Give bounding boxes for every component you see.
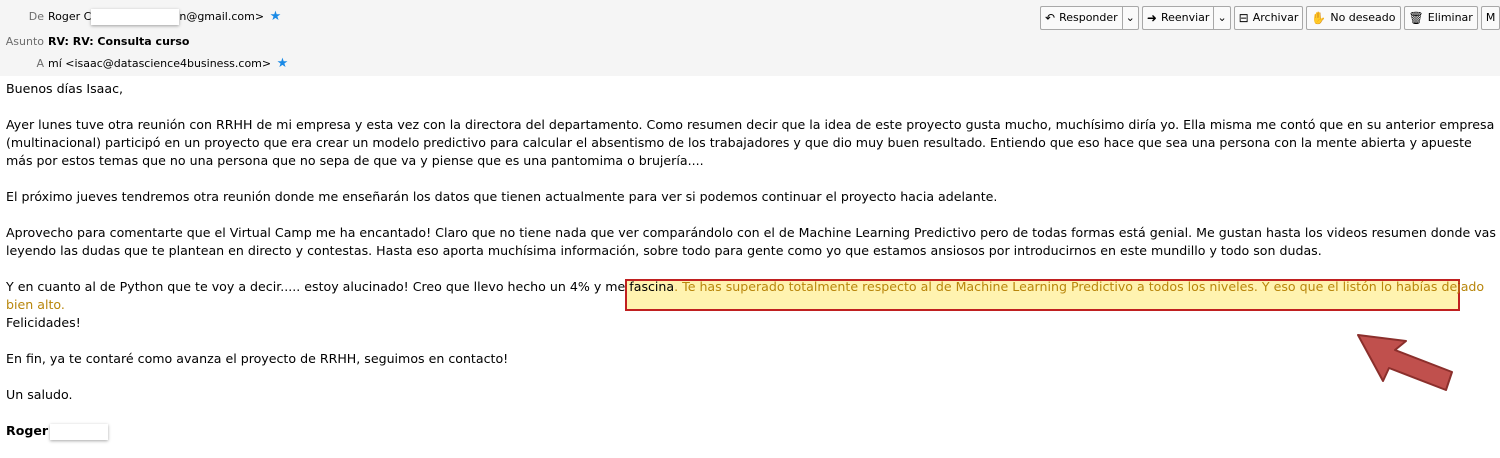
annotation-layer bbox=[1357, 334, 1453, 391]
arrow-annotation bbox=[1357, 334, 1453, 391]
arrow-icon bbox=[1357, 334, 1453, 391]
